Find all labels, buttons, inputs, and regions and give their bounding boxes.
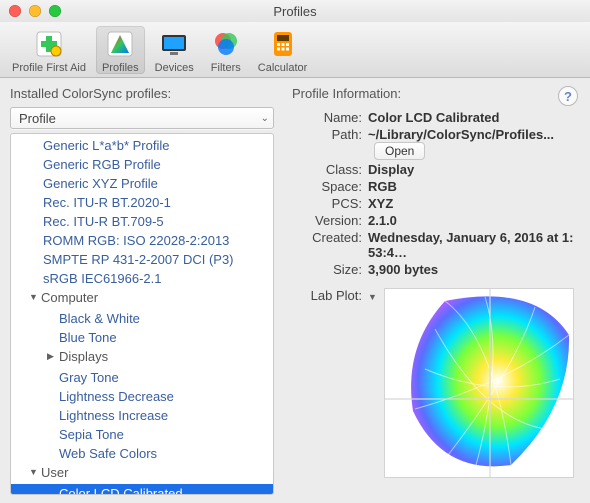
value-size: 3,900 bytes — [368, 261, 578, 278]
profile-icon — [104, 28, 136, 60]
sort-combo[interactable]: Profile ⌄ — [10, 107, 274, 129]
group-label: Displays — [59, 349, 108, 364]
profile-group[interactable]: ▼Computer — [11, 288, 273, 309]
disclosure-triangle-icon[interactable]: ▼ — [29, 288, 41, 307]
item-label: Generic RGB Profile — [43, 157, 161, 172]
profile-item[interactable]: ROMM RGB: ISO 22028-2:2013 — [11, 231, 273, 250]
window-title: Profiles — [0, 4, 590, 19]
item-label: Lightness Increase — [59, 408, 168, 423]
profiles-panel: Installed ColorSync profiles: Profile ⌄ … — [0, 78, 278, 503]
value-name: Color LCD Calibrated — [368, 109, 578, 126]
disclosure-triangle-icon[interactable]: ▼ — [368, 288, 382, 302]
toolbar-devices[interactable]: Devices — [149, 26, 200, 74]
profile-item[interactable]: Color LCD Calibrated — [11, 484, 273, 495]
calculator-icon — [267, 28, 299, 60]
profile-item[interactable]: SMPTE RP 431-2-2007 DCI (P3) — [11, 250, 273, 269]
profile-item[interactable]: Sepia Tone — [11, 425, 273, 444]
value-path: ~/Library/ColorSync/Profiles... Open — [368, 126, 578, 161]
label-version: Version: — [292, 212, 368, 229]
item-label: Rec. ITU-R BT.709-5 — [43, 214, 164, 229]
item-label: Rec. ITU-R BT.2020-1 — [43, 195, 171, 210]
value-class: Display — [368, 161, 578, 178]
toolbar-label: Devices — [155, 62, 194, 74]
help-button[interactable]: ? — [558, 86, 578, 106]
label-space: Space: — [292, 178, 368, 195]
profile-item[interactable]: Generic RGB Profile — [11, 155, 273, 174]
value-version: 2.1.0 — [368, 212, 578, 229]
profile-item[interactable]: Generic XYZ Profile — [11, 174, 273, 193]
profile-item[interactable]: Lightness Decrease — [11, 387, 273, 406]
value-created: Wednesday, January 6, 2016 at 1:53:4… — [368, 229, 578, 261]
titlebar: Profiles — [0, 0, 590, 22]
item-label: sRGB IEC61966-2.1 — [43, 271, 162, 286]
toolbar: Profile First Aid Profiles Devices Filte… — [0, 22, 590, 78]
label-created: Created: — [292, 229, 368, 261]
profile-info-panel: ? Profile Information: Name: Color LCD C… — [278, 78, 590, 503]
combo-value: Profile — [19, 111, 56, 126]
disclosure-triangle-icon[interactable]: ▶ — [47, 347, 59, 366]
item-label: SMPTE RP 431-2-2007 DCI (P3) — [43, 252, 234, 267]
label-path: Path: — [292, 126, 368, 161]
item-label: ROMM RGB: ISO 22028-2:2013 — [43, 233, 229, 248]
toolbar-profile-first-aid[interactable]: Profile First Aid — [6, 26, 92, 74]
info-table: Name: Color LCD Calibrated Path: ~/Libra… — [292, 109, 578, 278]
chevron-down-icon: ⌄ — [261, 113, 269, 124]
filters-icon — [210, 28, 242, 60]
item-label: Gray Tone — [59, 370, 119, 385]
profile-item[interactable]: Black & White — [11, 309, 273, 328]
toolbar-filters[interactable]: Filters — [204, 26, 248, 74]
label-pcs: PCS: — [292, 195, 368, 212]
profile-item[interactable]: Rec. ITU-R BT.2020-1 — [11, 193, 273, 212]
profile-item[interactable]: Gray Tone — [11, 368, 273, 387]
item-label: Generic L*a*b* Profile — [43, 138, 169, 153]
label-size: Size: — [292, 261, 368, 278]
item-label: Black & White — [59, 311, 140, 326]
profiles-list[interactable]: Generic L*a*b* Profile Generic RGB Profil… — [10, 133, 274, 495]
group-label: Computer — [41, 290, 98, 305]
profile-group[interactable]: ▼User — [11, 463, 273, 484]
plot-label: Lab Plot: — [292, 288, 368, 303]
item-label: Sepia Tone — [59, 427, 124, 442]
profile-item[interactable]: Blue Tone — [11, 328, 273, 347]
item-label: Web Safe Colors — [59, 446, 157, 461]
label-name: Name: — [292, 109, 368, 126]
first-aid-icon — [33, 28, 65, 60]
toolbar-calculator[interactable]: Calculator — [252, 26, 314, 74]
profile-item[interactable]: Lightness Increase — [11, 406, 273, 425]
toolbar-label: Calculator — [258, 62, 308, 74]
toolbar-label: Profiles — [102, 62, 139, 74]
label-class: Class: — [292, 161, 368, 178]
lab-plot[interactable] — [384, 288, 574, 478]
open-button[interactable]: Open — [374, 142, 425, 160]
disclosure-triangle-icon[interactable]: ▼ — [29, 463, 41, 482]
item-label: Lightness Decrease — [59, 389, 174, 404]
item-label: Color LCD Calibrated — [59, 486, 183, 495]
toolbar-label: Filters — [211, 62, 241, 74]
info-heading: Profile Information: — [292, 86, 578, 101]
content: Installed ColorSync profiles: Profile ⌄ … — [0, 78, 590, 503]
profile-item[interactable]: Generic L*a*b* Profile — [11, 136, 273, 155]
profile-item[interactable]: Rec. ITU-R BT.709-5 — [11, 212, 273, 231]
profiles-heading: Installed ColorSync profiles: — [10, 86, 278, 101]
profile-item[interactable]: Web Safe Colors — [11, 444, 273, 463]
item-label: Blue Tone — [59, 330, 117, 345]
value-space: RGB — [368, 178, 578, 195]
value-pcs: XYZ — [368, 195, 578, 212]
toolbar-profiles[interactable]: Profiles — [96, 26, 145, 74]
item-label: Generic XYZ Profile — [43, 176, 158, 191]
group-label: User — [41, 465, 68, 480]
profile-group[interactable]: ▶Displays — [11, 347, 273, 368]
devices-icon — [158, 28, 190, 60]
toolbar-label: Profile First Aid — [12, 62, 86, 74]
profile-item[interactable]: sRGB IEC61966-2.1 — [11, 269, 273, 288]
